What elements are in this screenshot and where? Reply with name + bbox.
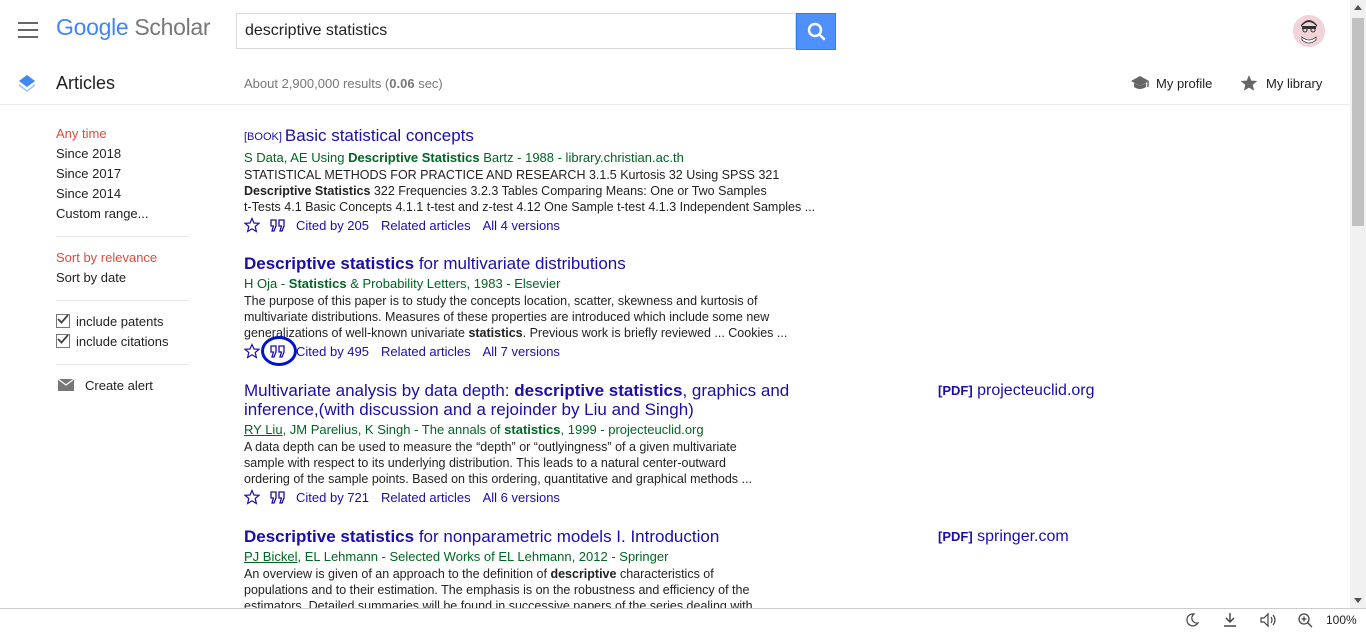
filter-any-time[interactable]: Any time xyxy=(56,125,196,145)
all-versions-link[interactable]: All 6 versions xyxy=(483,490,560,505)
result-snippet: An overview is given of an approach to t… xyxy=(244,567,753,613)
result-title[interactable]: Multivariate analysis by data depth: des… xyxy=(244,381,844,419)
scrollbar-thumb[interactable] xyxy=(1352,18,1364,226)
result-snippet: A data depth can be used to measure the … xyxy=(244,440,752,486)
all-versions-link[interactable]: All 7 versions xyxy=(483,344,560,359)
filter-since-2017[interactable]: Since 2017 xyxy=(56,165,196,185)
filter-since-2018[interactable]: Since 2018 xyxy=(56,145,196,165)
include-patents-checkbox[interactable] xyxy=(56,314,70,328)
save-star-icon[interactable] xyxy=(244,343,260,359)
result-actions: Cited by 205 Related articles All 4 versio… xyxy=(244,217,884,235)
result-actions: Cited by 495 Related articles All 7 versio… xyxy=(244,343,884,361)
filter-since-2014[interactable]: Since 2014 xyxy=(56,185,196,205)
star-icon xyxy=(1240,75,1258,91)
result-actions: Cited by 721 Related articles All 6 versio… xyxy=(244,489,844,507)
menu-icon[interactable] xyxy=(18,22,38,38)
result-type-tag: [BOOK] xyxy=(244,131,282,143)
sidebar: Any time Since 2018 Since 2017 Since 201… xyxy=(56,125,196,397)
search-input[interactable] xyxy=(237,14,793,48)
search-result: Descriptive statistics for multivariate … xyxy=(244,254,884,361)
include-citations-label: include citations xyxy=(76,334,169,349)
cited-by-link[interactable]: Cited by 205 xyxy=(296,218,369,233)
result-authors: S Data, AE Using Descriptive Statistics … xyxy=(244,150,684,165)
my-library-label: My library xyxy=(1266,76,1323,91)
author-link[interactable]: PJ Bickel xyxy=(244,549,297,564)
volume-icon[interactable] xyxy=(1259,612,1279,633)
pdf-source-link[interactable]: [PDF] projecteuclid.org xyxy=(938,382,1095,400)
download-icon[interactable] xyxy=(1222,612,1238,633)
cite-quote-icon[interactable] xyxy=(270,491,286,505)
result-authors: RY Liu, JM Parelius, K Singh - The annal… xyxy=(244,422,704,437)
save-star-icon[interactable] xyxy=(244,489,260,505)
sort-by-date[interactable]: Sort by date xyxy=(56,269,196,289)
search-box[interactable] xyxy=(236,13,796,49)
related-articles-link[interactable]: Related articles xyxy=(381,344,471,359)
google-scholar-logo[interactable]: Google Scholar xyxy=(56,14,211,41)
envelope-icon xyxy=(57,378,75,391)
search-result: [BOOK] Basic statistical concepts S Data,… xyxy=(244,126,884,235)
zoom-icon[interactable] xyxy=(1297,612,1313,633)
search-icon xyxy=(807,22,826,41)
articles-icon xyxy=(18,74,36,97)
all-versions-link[interactable]: All 4 versions xyxy=(483,218,560,233)
include-citations-checkbox[interactable] xyxy=(56,334,70,348)
cite-quote-icon[interactable] xyxy=(270,219,286,233)
result-authors: H Oja - Statistics & Probability Letters… xyxy=(244,276,561,291)
include-patents-option[interactable]: include patents xyxy=(56,313,196,333)
sidebar-divider xyxy=(56,236,188,237)
result-snippet: The purpose of this paper is to study th… xyxy=(244,294,788,340)
zoom-level[interactable]: 100% xyxy=(1326,613,1357,627)
my-library-link[interactable]: My library xyxy=(1240,74,1322,93)
include-citations-option[interactable]: include citations xyxy=(56,333,196,353)
result-title[interactable]: Descriptive statistics for nonparametric… xyxy=(244,527,844,546)
filter-custom-range[interactable]: Custom range... xyxy=(56,205,196,225)
annotation-circle xyxy=(261,336,297,366)
scroll-up-arrow-icon[interactable] xyxy=(1350,0,1366,16)
create-alert-label: Create alert xyxy=(85,378,153,393)
sort-by-relevance[interactable]: Sort by relevance xyxy=(56,249,196,269)
search-result: Descriptive statistics for nonparametric… xyxy=(244,527,844,614)
related-articles-link[interactable]: Related articles xyxy=(381,490,471,505)
sidebar-divider xyxy=(56,300,188,301)
include-patents-label: include patents xyxy=(76,314,164,329)
pdf-source-link[interactable]: [PDF] springer.com xyxy=(938,528,1069,546)
sidebar-divider xyxy=(56,364,188,365)
result-snippet: STATISTICAL METHODS FOR PRACTICE AND RES… xyxy=(244,168,816,214)
author-link[interactable]: RY Liu xyxy=(244,422,283,437)
search-button[interactable] xyxy=(796,13,836,50)
result-title[interactable]: Descriptive statistics for multivariate … xyxy=(244,254,884,273)
graduation-cap-icon xyxy=(1131,76,1149,89)
cited-by-link[interactable]: Cited by 495 xyxy=(296,344,369,359)
result-title[interactable]: [BOOK] Basic statistical concepts xyxy=(244,126,884,147)
search-result: Multivariate analysis by data depth: des… xyxy=(244,381,844,507)
cited-by-link[interactable]: Cited by 721 xyxy=(296,490,369,505)
section-title[interactable]: Articles xyxy=(56,73,115,94)
my-profile-link[interactable]: My profile xyxy=(1130,74,1212,93)
create-alert-link[interactable]: Create alert xyxy=(57,377,196,397)
logo-scholar: Scholar xyxy=(134,14,211,40)
save-star-icon[interactable] xyxy=(244,217,260,233)
browser-status-bar xyxy=(0,608,1366,634)
results-count: About 2,900,000 results (0.06 sec) xyxy=(244,76,443,91)
logo-google: Google xyxy=(56,14,129,40)
result-authors: PJ Bickel, EL Lehmann - Selected Works o… xyxy=(244,549,669,564)
related-articles-link[interactable]: Related articles xyxy=(381,218,471,233)
scroll-down-arrow-icon[interactable] xyxy=(1350,592,1366,608)
my-profile-label: My profile xyxy=(1156,76,1213,91)
night-mode-icon[interactable] xyxy=(1184,612,1200,633)
user-avatar[interactable] xyxy=(1293,15,1325,47)
